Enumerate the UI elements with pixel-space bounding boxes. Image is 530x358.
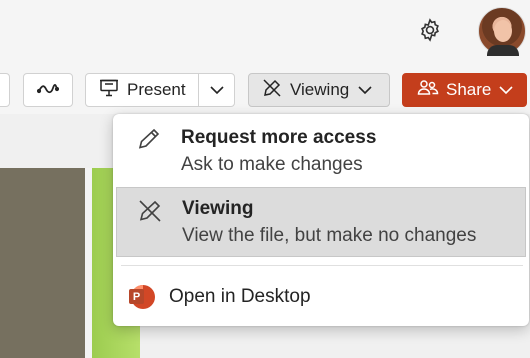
no-edit-pencil-icon <box>262 78 282 103</box>
avatar-face <box>494 20 512 42</box>
viewing-title: Viewing <box>182 197 254 219</box>
viewing-description: View the file, but make no changes <box>182 224 477 246</box>
pencil-icon <box>116 116 181 186</box>
toolbar: Present Viewing Share <box>0 64 530 114</box>
settings-button[interactable] <box>415 17 445 47</box>
menu-divider <box>121 265 523 266</box>
request-access-description: Ask to make changes <box>181 153 363 175</box>
open-desktop-label: Open in Desktop <box>169 286 311 307</box>
present-options-button[interactable] <box>199 74 234 106</box>
menu-item-open-desktop[interactable]: P Open in Desktop <box>117 277 525 317</box>
present-icon <box>99 78 119 103</box>
slide-thumbnail-dark <box>0 168 85 358</box>
menu-item-viewing[interactable]: Viewing View the file, but make no chang… <box>116 187 526 257</box>
toolbar-left-button[interactable] <box>0 73 10 107</box>
no-edit-pencil-icon <box>117 188 182 256</box>
powerpoint-icon: P <box>117 285 169 309</box>
chevron-down-icon <box>209 80 225 100</box>
top-bar <box>0 0 530 64</box>
people-icon <box>417 79 439 102</box>
present-button-group: Present <box>85 73 235 107</box>
chevron-down-icon <box>498 80 514 100</box>
wave-icon <box>36 80 60 100</box>
viewing-mode-menu: Request more access Ask to make changes … <box>113 114 529 326</box>
menu-item-request-access[interactable]: Request more access Ask to make changes <box>116 116 526 186</box>
share-label: Share <box>446 80 492 99</box>
share-button[interactable]: Share <box>402 73 527 107</box>
slide-gap <box>85 168 92 358</box>
request-access-title: Request more access <box>181 126 377 148</box>
present-button[interactable]: Present <box>86 74 200 106</box>
avatar-shirt <box>487 45 519 56</box>
viewing-mode-button[interactable]: Viewing <box>248 73 390 107</box>
gear-icon <box>417 17 443 48</box>
present-label: Present <box>127 80 186 99</box>
animation-button[interactable] <box>23 73 73 107</box>
chevron-down-icon <box>357 80 373 100</box>
viewing-label: Viewing <box>290 80 350 99</box>
avatar[interactable] <box>478 7 526 56</box>
